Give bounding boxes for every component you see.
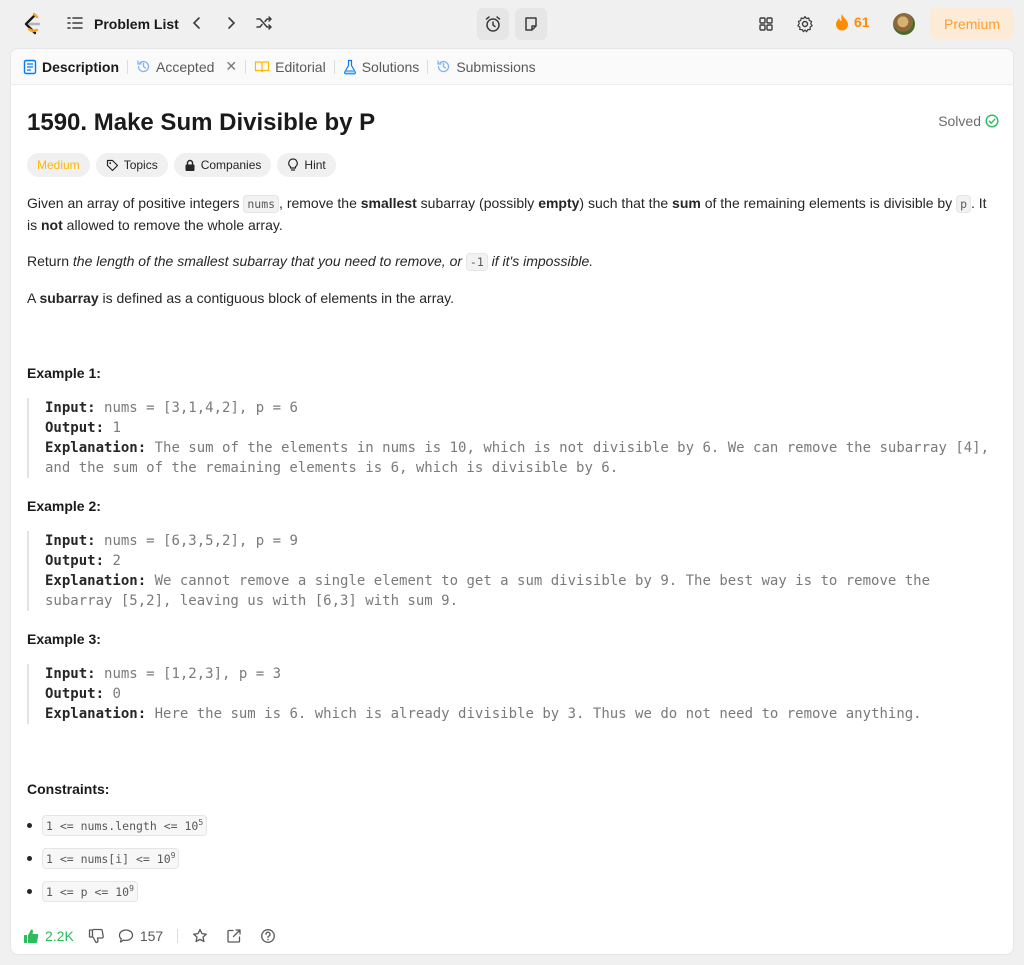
streak-count: 61 <box>854 14 870 30</box>
tab-divider <box>333 59 335 74</box>
share-button[interactable] <box>226 928 242 944</box>
example-title: Example 2: <box>27 498 101 514</box>
gear-icon <box>797 15 813 33</box>
solved-label: Solved <box>938 113 981 129</box>
bullet <box>27 888 32 894</box>
tab-divider <box>245 59 247 74</box>
constraint-code: 1 <= nums.length <= 105 <box>42 815 208 836</box>
example-title: Example 3: <box>27 631 101 647</box>
constraint-code: 1 <= p <= 109 <box>42 881 138 902</box>
difficulty-badge: Medium <box>27 153 90 177</box>
avatar[interactable] <box>893 13 915 35</box>
tag-icon <box>106 159 118 171</box>
companies-pill[interactable]: Companies <box>173 153 272 177</box>
top-navbar: Problem List 61 Premium <box>0 0 1024 48</box>
alarm-clock-icon <box>485 16 501 32</box>
tab-solutions[interactable]: Solutions <box>343 49 420 85</box>
tab-submissions-label: Submissions <box>456 58 536 75</box>
inline-code: -1 <box>465 253 488 271</box>
flask-icon <box>343 59 356 74</box>
constraints-title: Constraints: <box>27 781 110 797</box>
comment-icon <box>118 929 133 943</box>
like-button[interactable]: 2.2K <box>23 928 74 944</box>
problem-list-icon[interactable] <box>66 14 84 32</box>
example-block: Input: nums = [3,1,4,2], p = 6 Output: 1… <box>27 398 997 478</box>
topics-pill[interactable]: Topics <box>95 153 168 177</box>
external-link-icon <box>227 929 241 943</box>
tab-description-label: Description <box>42 58 120 75</box>
leetcode-logo-icon[interactable] <box>20 12 44 36</box>
description-icon <box>23 59 37 74</box>
tab-accepted-label: Accepted <box>156 58 215 75</box>
tag-pills: Medium Topics Companies Hint <box>27 153 336 177</box>
bullet <box>27 822 32 828</box>
next-problem-button[interactable] <box>220 12 242 34</box>
check-circle-icon <box>985 114 999 128</box>
constraint-code: 1 <= nums[i] <= 109 <box>42 848 180 869</box>
help-button[interactable] <box>260 928 276 944</box>
lock-icon <box>185 159 195 171</box>
premium-button[interactable]: Premium <box>930 8 1014 39</box>
constraint-item: 1 <= p <= 109 <box>27 881 138 902</box>
example-block: Input: nums = [6,3,5,2], p = 9 Output: 2… <box>27 531 997 611</box>
settings-button[interactable] <box>794 13 816 35</box>
example-block: Input: nums = [1,2,3], p = 3 Output: 0 E… <box>27 664 997 724</box>
tab-editorial[interactable]: Editorial <box>254 49 326 85</box>
action-footer: 2.2K 157 <box>11 917 1013 954</box>
thumbs-up-icon <box>24 929 39 944</box>
random-problem-button[interactable] <box>253 12 275 34</box>
layout-button[interactable] <box>755 13 777 35</box>
dislike-button[interactable] <box>88 928 104 944</box>
constraint-item: 1 <= nums.length <= 105 <box>27 815 208 836</box>
fire-icon <box>836 14 848 31</box>
description-paragraph-1: Given an array of positive integers nums… <box>27 195 987 233</box>
streak-counter[interactable]: 61 <box>834 13 870 31</box>
tab-submissions[interactable]: Submissions <box>436 49 536 85</box>
shuffle-icon <box>256 16 272 30</box>
constraint-item: 1 <= nums[i] <= 109 <box>27 848 180 869</box>
layout-grid-icon <box>759 17 773 31</box>
description-panel: Description Accepted ✕ Editorial Solutio… <box>10 48 1014 955</box>
tab-bar: Description Accepted ✕ Editorial Solutio… <box>11 49 1013 85</box>
timer-button[interactable] <box>477 8 509 40</box>
comment-count: 157 <box>139 928 164 944</box>
bullet <box>27 855 32 861</box>
inline-code: p <box>956 195 971 213</box>
lightbulb-icon <box>288 158 299 171</box>
chevron-left-icon <box>192 17 200 29</box>
tab-solutions-label: Solutions <box>361 58 420 75</box>
like-count: 2.2K <box>45 928 74 944</box>
history-icon <box>437 60 450 73</box>
tab-editorial-label: Editorial <box>275 58 326 75</box>
history-icon <box>137 60 150 73</box>
footer-divider <box>177 929 179 943</box>
topics-label: Topics <box>123 158 158 172</box>
hint-label: Hint <box>304 158 326 172</box>
page-title[interactable]: 1590. Make Sum Divisible by P <box>27 109 375 137</box>
companies-label: Companies <box>200 158 262 172</box>
inline-code: nums <box>243 195 280 213</box>
tab-divider <box>127 59 129 74</box>
prev-problem-button[interactable] <box>186 12 208 34</box>
example-title: Example 1: <box>27 365 101 381</box>
description-paragraph-3: A subarray is defined as a contiguous bl… <box>27 290 455 306</box>
notes-button[interactable] <box>515 8 547 40</box>
description-paragraph-2: Return the length of the smallest subarr… <box>27 253 594 271</box>
note-icon <box>525 17 537 31</box>
tab-accepted[interactable]: Accepted ✕ <box>136 49 237 85</box>
thumbs-down-icon <box>88 928 104 944</box>
tab-divider <box>427 59 429 74</box>
chevron-right-icon <box>228 17 236 29</box>
problem-list-link[interactable]: Problem List <box>94 16 179 32</box>
comments-button[interactable]: 157 <box>118 928 163 944</box>
solved-status: Solved <box>938 113 999 129</box>
hint-pill[interactable]: Hint <box>277 153 336 177</box>
tab-description[interactable]: Description <box>23 49 119 85</box>
book-icon <box>255 60 270 72</box>
star-icon <box>193 928 208 943</box>
question-icon <box>261 929 276 943</box>
close-icon[interactable]: ✕ <box>225 58 237 75</box>
favorite-button[interactable] <box>192 928 208 944</box>
